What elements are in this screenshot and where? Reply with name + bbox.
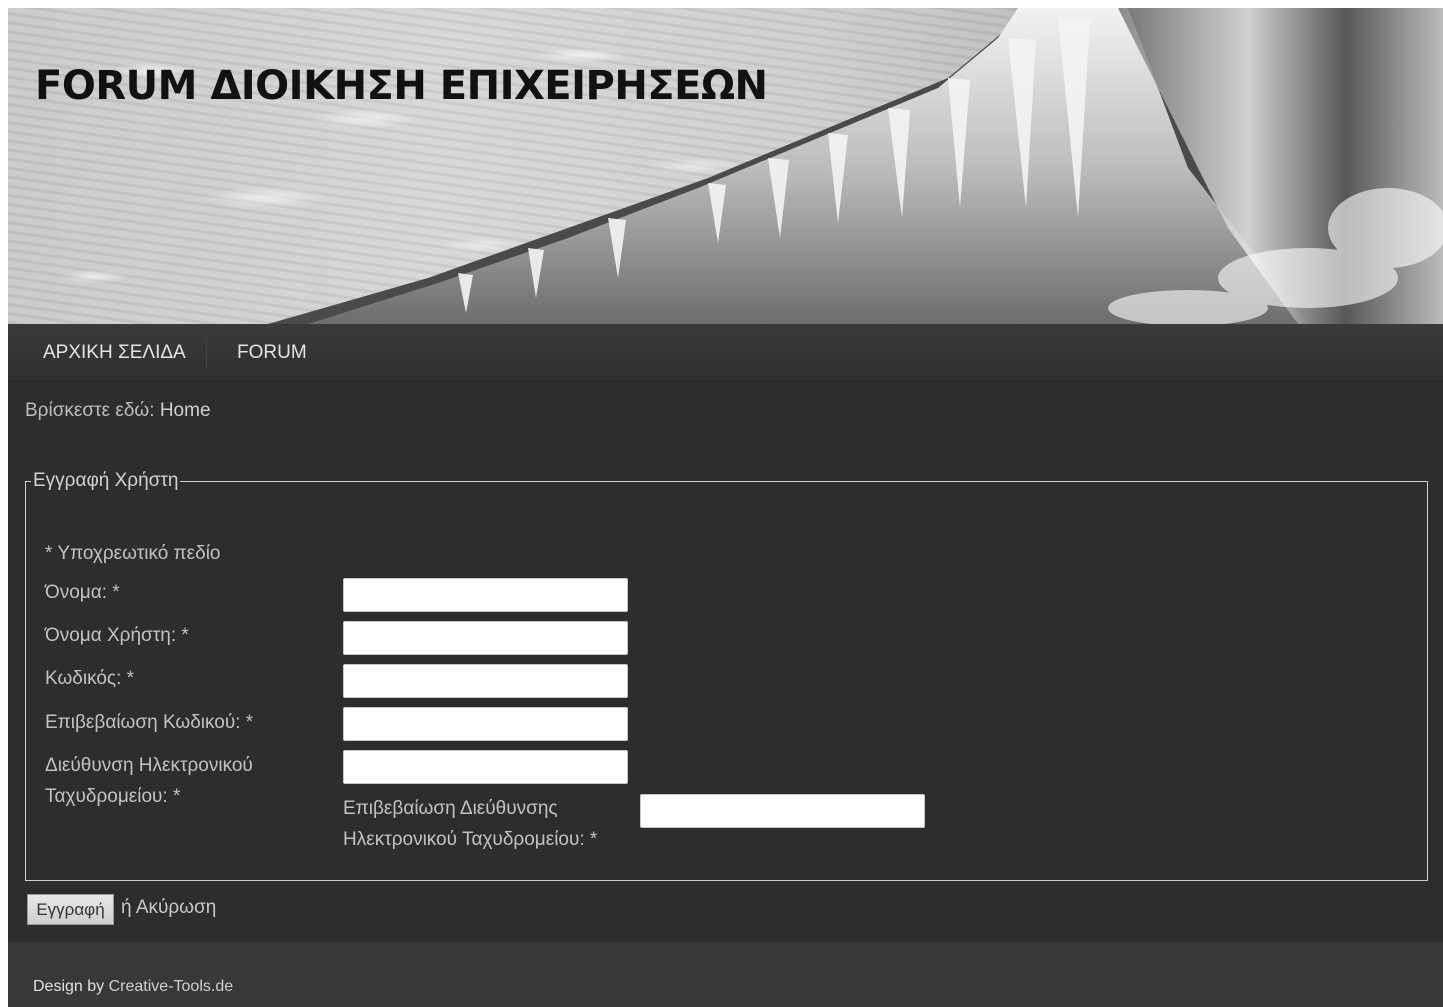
breadcrumb: Βρίσκεστε εδώ: Home <box>25 400 211 422</box>
cancel-link[interactable]: Ακύρωση <box>136 897 217 918</box>
name-label: Όνομα: * <box>45 582 120 603</box>
main-nav: ΑΡΧΙΚΗ ΣΕΛΙΔΑ FORUM <box>8 324 1443 382</box>
breadcrumb-home-link[interactable]: Home <box>160 400 211 421</box>
or-text: ή <box>121 897 132 918</box>
creative-tools-link[interactable]: Creative-Tools.de <box>109 978 234 995</box>
site-title: FORUM ΔΙΟΙΚΗΣΗ ΕΠΙΧΕΙΡΗΣΕΩΝ <box>35 63 768 109</box>
register-button[interactable]: Εγγραφή <box>27 894 114 925</box>
nav-item-forum[interactable]: FORUM <box>237 324 307 382</box>
page: FORUM ΔΙΟΙΚΗΣΗ ΕΠΙΧΕΙΡΗΣΕΩΝ ΑΡΧΙΚΗ ΣΕΛΙΔ… <box>8 8 1443 1007</box>
password-field[interactable] <box>343 664 628 698</box>
registration-legend: Εγγραφή Χρήστη <box>33 470 179 491</box>
design-by-text: Design by <box>33 978 105 995</box>
email-label-line2: Ταχυδρομείου: * <box>45 786 181 807</box>
username-label: Όνομα Χρήστη: * <box>45 625 189 646</box>
actions-or-row: ή Ακύρωση <box>121 897 216 919</box>
footer: Design by Creative-Tools.de <box>8 942 1443 1007</box>
confirm-email-field[interactable] <box>640 794 925 828</box>
username-field[interactable] <box>343 621 628 655</box>
confirm-email-label-line2: Ηλεκτρονικού Ταχυδρομείου: * <box>343 829 598 850</box>
required-field-note: * Υποχρεωτικό πεδίο <box>45 543 221 564</box>
password-label: Κωδικός: * <box>45 668 135 689</box>
header-banner: FORUM ΔΙΟΙΚΗΣΗ ΕΠΙΧΕΙΡΗΣΕΩΝ <box>8 8 1443 324</box>
name-field[interactable] <box>343 578 628 612</box>
nav-item-home[interactable]: ΑΡΧΙΚΗ ΣΕΛΙΔΑ <box>43 324 186 382</box>
breadcrumb-prefix: Βρίσκεστε εδώ: <box>25 400 155 421</box>
email-label: Διεύθυνση Ηλεκτρονικού Ταχυδρομείου: * <box>45 750 253 812</box>
banner-waterfall-image <box>268 8 1443 324</box>
email-field[interactable] <box>343 750 628 784</box>
confirm-email-label: Επιβεβαίωση Διεύθυνσης Ηλεκτρονικού Ταχυ… <box>343 793 597 855</box>
email-label-line1: Διεύθυνση Ηλεκτρονικού <box>45 755 253 776</box>
footer-credit: Design by Creative-Tools.de <box>33 978 233 996</box>
nav-separator <box>206 338 207 368</box>
confirm-password-label: Επιβεβαίωση Κωδικού: * <box>45 712 254 733</box>
confirm-password-field[interactable] <box>343 707 628 741</box>
confirm-email-label-line1: Επιβεβαίωση Διεύθυνσης <box>343 798 558 819</box>
